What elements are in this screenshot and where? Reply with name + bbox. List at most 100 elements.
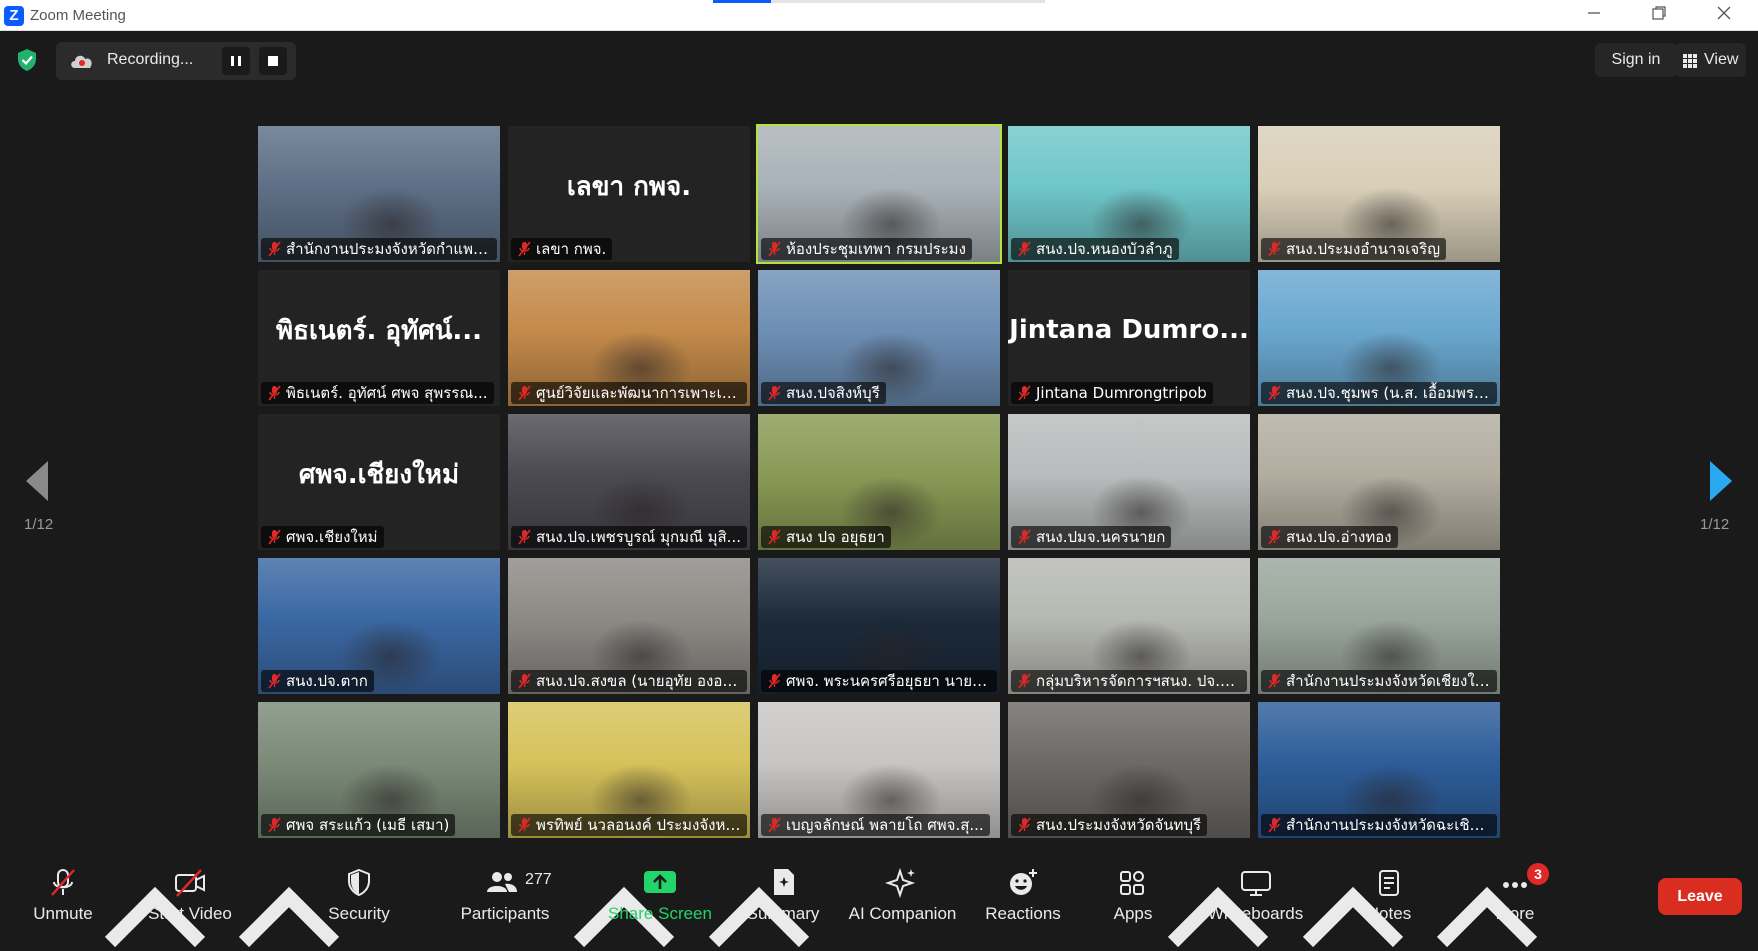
mic-muted-icon xyxy=(518,817,531,833)
participant-name-label: ศพจ. พระนครศรีอยุธยา นายจ... xyxy=(761,670,997,692)
participant-tile[interactable]: สำนักงานประมงจังหวัดกำแพงเ... xyxy=(258,126,500,262)
participant-display-name: ศพจ.เชียงใหม่ xyxy=(298,459,460,490)
participant-name: สนง.ปจ.ตาก xyxy=(286,672,368,690)
previous-page-icon[interactable] xyxy=(22,459,52,503)
view-label: View xyxy=(1704,51,1739,68)
participant-tile[interactable]: สนง.ปจ.เพชรบูรณ์ มุกมณี มุสิ... xyxy=(508,414,750,550)
mic-muted-icon xyxy=(268,385,281,401)
mic-muted-icon xyxy=(1268,385,1281,401)
reactions-button[interactable]: Reactions xyxy=(982,859,1064,931)
mic-muted-icon xyxy=(518,241,531,257)
ai-companion-label: AI Companion xyxy=(848,904,957,923)
participant-name: สนง.ปจ.หนองบัวลำภู xyxy=(1036,240,1173,258)
unmute-button[interactable]: Unmute xyxy=(22,859,104,931)
participant-name: สนง.ประมงจังหวัดจันทบุรี xyxy=(1036,816,1202,834)
participant-name-label: สนง.ปมจ.นครนายก xyxy=(1011,526,1172,548)
participant-tile[interactable]: พรทิพย์ นวลอนงค์ ประมงจังหว... xyxy=(508,702,750,838)
participant-name-label: สนง.ปจ.อ่างทอง xyxy=(1261,526,1398,548)
participant-tile[interactable]: สนง.ปจ.ชุมพร (น.ส. เอื้อมพร ... xyxy=(1258,270,1500,406)
participant-name: กลุ่มบริหารจัดการฯสนง. ปจ.ก... xyxy=(1036,672,1244,690)
sign-in-button[interactable]: Sign in xyxy=(1595,43,1677,77)
participant-name: ห้องประชุมเทพา กรมประมง xyxy=(786,240,966,258)
participant-name: สนง.ปจ.อ่างทอง xyxy=(1286,528,1392,546)
recording-indicator: Recording... xyxy=(56,42,296,80)
summary-button[interactable]: Summary xyxy=(742,859,824,931)
close-button[interactable] xyxy=(1709,4,1739,28)
participant-name-label: ศูนย์วิจัยและพัฒนาการเพาะเลี้... xyxy=(511,382,747,404)
participant-tile[interactable]: ศพจ สระแก้ว (เมธี เสมา) xyxy=(258,702,500,838)
participant-tile[interactable]: สำนักงานประมงจังหวัดฉะเชิงเ... xyxy=(1258,702,1500,838)
participant-tile[interactable]: Jintana Dumro... Jintana Dumrongtripob xyxy=(1008,270,1250,406)
title-progress-bar xyxy=(713,0,1045,3)
participant-name: สำนักงานประมงจังหวัดฉะเชิงเ... xyxy=(1286,816,1497,834)
whiteboards-label: Whiteboards xyxy=(1207,904,1304,923)
participant-name-label: สำนักงานประมงจังหวัดกำแพงเ... xyxy=(261,238,497,260)
mic-muted-icon xyxy=(1268,817,1281,833)
view-button[interactable]: View xyxy=(1674,43,1746,77)
participant-tile[interactable]: สนง.ปจ.อ่างทอง xyxy=(1258,414,1500,550)
participant-name: ศพจ สระแก้ว (เมธี เสมา) xyxy=(286,816,450,834)
participant-name: สนง.ปจ.ชุมพร (น.ส. เอื้อมพร ... xyxy=(1286,384,1493,402)
participants-button[interactable]: 277 Participants xyxy=(455,859,555,931)
ai-companion-button[interactable]: AI Companion xyxy=(845,859,960,931)
security-button[interactable]: Security xyxy=(318,859,400,931)
participant-name-label: พิธเนตร์. อุทัศน์ ศพจ สุพรรณ... xyxy=(261,382,494,404)
participant-name: สำนักงานประมงจังหวัดกำแพงเ... xyxy=(286,240,497,258)
participant-tile[interactable]: สนง.ปจ.หนองบัวลำภู xyxy=(1008,126,1250,262)
apps-button[interactable]: Apps xyxy=(1092,859,1174,931)
share-screen-button[interactable]: Share Screen xyxy=(605,859,715,931)
participant-tile[interactable]: ศพจ.เชียงใหม่ ศพจ.เชียงใหม่ xyxy=(258,414,500,550)
mic-muted-icon xyxy=(268,529,281,545)
more-label: More xyxy=(1495,904,1535,923)
participant-tile[interactable]: เบญจลักษณ์ พลายโถ ศพจ.สุ... xyxy=(758,702,1000,838)
participant-name: สนง.ประมงอำนาจเจริญ xyxy=(1286,240,1440,258)
window-titlebar: Z Zoom Meeting xyxy=(0,0,1758,31)
participant-tile[interactable]: ห้องประชุมเทพา กรมประมง xyxy=(756,124,1002,264)
participant-name: สนง ปจ อยุธยา xyxy=(786,528,885,546)
participant-name: Jintana Dumrongtripob xyxy=(1036,384,1207,402)
participant-name: ศพจ. พระนครศรีอยุธยา นายจ... xyxy=(786,672,996,690)
minimize-button[interactable] xyxy=(1579,4,1609,28)
mic-muted-icon xyxy=(768,673,781,689)
participant-tile[interactable]: ศูนย์วิจัยและพัฒนาการเพาะเลี้... xyxy=(508,270,750,406)
participant-name: สนง.ปมจ.นครนายก xyxy=(1036,528,1166,546)
security-shield-icon[interactable] xyxy=(14,47,40,73)
whiteboards-button[interactable]: Whiteboards xyxy=(1203,859,1308,931)
participant-name: สนง.ปจ.สงขล (นายอุทัย องอา... xyxy=(536,672,746,690)
next-page-icon[interactable] xyxy=(1706,459,1736,503)
apps-label: Apps xyxy=(1113,904,1153,923)
participant-tile[interactable]: กลุ่มบริหารจัดการฯสนง. ปจ.ก... xyxy=(1008,558,1250,694)
participant-tile[interactable]: พิธเนตร์. อุทัศน์... พิธเนตร์. อุทัศน์ ศพ… xyxy=(258,270,500,406)
participant-tile[interactable]: สนง.ประมงอำนาจเจริญ xyxy=(1258,126,1500,262)
participant-tile[interactable]: สนง.ปจสิงห์บุรี xyxy=(758,270,1000,406)
participant-name-label: สนง.ปจ.เพชรบูรณ์ มุกมณี มุสิ... xyxy=(511,526,747,548)
start-video-button[interactable]: Start Video xyxy=(140,859,240,931)
participant-tile[interactable]: สำนักงานประมงจังหวัดเชียงใหม่ xyxy=(1258,558,1500,694)
restore-button[interactable] xyxy=(1644,4,1674,28)
participant-tile[interactable]: สนง ปจ อยุธยา xyxy=(758,414,1000,550)
participant-tile[interactable]: สนง.ปจ.ตาก xyxy=(258,558,500,694)
participant-name-label: พรทิพย์ นวลอนงค์ ประมงจังหว... xyxy=(511,814,747,836)
participant-name: เลขา กพจ. xyxy=(536,240,607,258)
participant-tile[interactable]: เลขา กพจ. เลขา กพจ. xyxy=(508,126,750,262)
security-icon xyxy=(348,868,370,897)
mic-muted-icon xyxy=(1018,817,1031,833)
reactions-smiley-icon xyxy=(1010,869,1037,895)
participant-tile[interactable]: สนง.ประมงจังหวัดจันทบุรี xyxy=(1008,702,1250,838)
page-indicator-left: 1/12 xyxy=(24,516,54,533)
leave-button[interactable]: Leave xyxy=(1658,878,1742,915)
participant-name-label: สนง.ปจ.สงขล (นายอุทัย องอา... xyxy=(511,670,747,692)
meeting-topbar: Recording... Sign in View xyxy=(0,31,1758,89)
pause-recording-button[interactable] xyxy=(222,47,250,75)
more-button[interactable]: 3 More xyxy=(1474,859,1556,931)
mic-muted-icon xyxy=(268,241,281,257)
restore-icon xyxy=(1652,6,1666,20)
stop-recording-button[interactable] xyxy=(259,47,287,75)
participant-tile[interactable]: ศพจ. พระนครศรีอยุธยา นายจ... xyxy=(758,558,1000,694)
mic-muted-icon xyxy=(1018,241,1031,257)
mic-muted-icon xyxy=(268,673,281,689)
participant-tile[interactable]: สนง.ปจ.สงขล (นายอุทัย องอา... xyxy=(508,558,750,694)
notes-button[interactable]: Notes xyxy=(1348,859,1430,931)
participant-name-label: สนง.ปจ.ชุมพร (น.ส. เอื้อมพร ... xyxy=(1261,382,1497,404)
participant-tile[interactable]: สนง.ปมจ.นครนายก xyxy=(1008,414,1250,550)
